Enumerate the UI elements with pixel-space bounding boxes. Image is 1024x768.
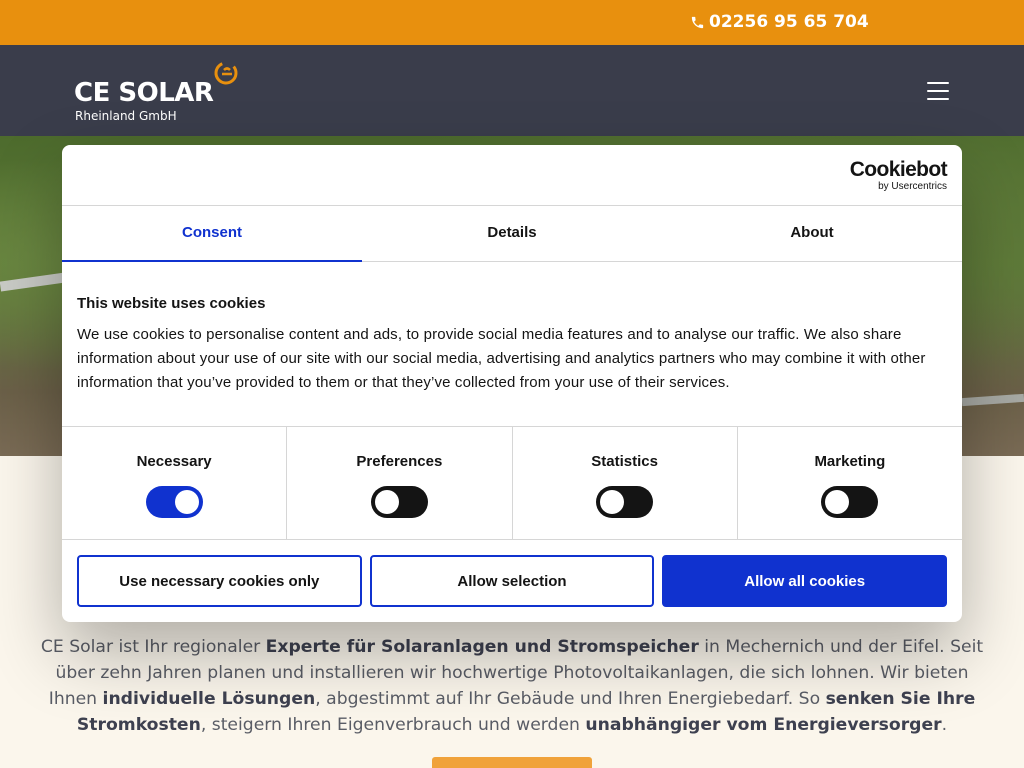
switch-statistics: Statistics bbox=[513, 427, 738, 539]
use-necessary-only-button[interactable]: Use necessary cookies only bbox=[77, 555, 362, 607]
statistics-toggle[interactable] bbox=[596, 486, 654, 518]
cookie-consent-dialog: Cookiebot by Usercentrics Consent Detail… bbox=[62, 145, 962, 622]
switch-label: Marketing bbox=[814, 453, 886, 470]
intro-text: , steigern Ihren Eigenverbrauch und werd… bbox=[200, 715, 586, 735]
logo-sub-text: Rheinland GmbH bbox=[75, 109, 177, 123]
intro-bold: Experte für Solaranlagen und Stromspeich… bbox=[265, 637, 699, 657]
intro-bold: individuelle Lösungen bbox=[102, 689, 316, 709]
site-header: CE SOLAR Rheinland GmbH bbox=[0, 45, 1024, 136]
switch-label: Statistics bbox=[591, 453, 658, 470]
allow-selection-button[interactable]: Allow selection bbox=[369, 555, 655, 607]
intro-text: , abgestimmt auf Ihr Gebäude und Ihren E… bbox=[315, 689, 826, 709]
marketing-toggle[interactable] bbox=[821, 486, 879, 518]
switch-preferences: Preferences bbox=[287, 427, 513, 539]
cookie-category-switches: Necessary Preferences Statistics Marketi… bbox=[62, 426, 962, 540]
tab-consent[interactable]: Consent bbox=[62, 206, 362, 262]
switch-necessary: Necessary bbox=[62, 427, 288, 539]
preferences-toggle[interactable] bbox=[370, 486, 428, 518]
hero-rail bbox=[961, 393, 1024, 407]
cookiebot-brand-name: Cookiebot bbox=[849, 158, 948, 181]
cookie-description: We use cookies to personalise content an… bbox=[77, 326, 926, 391]
tab-details[interactable]: Details bbox=[362, 206, 662, 261]
switch-marketing: Marketing bbox=[738, 427, 962, 539]
site-logo[interactable]: CE SOLAR Rheinland GmbH bbox=[74, 60, 244, 126]
intro-text: . bbox=[941, 715, 948, 735]
cookiebot-brand-sub: by Usercentrics bbox=[878, 181, 947, 192]
cookie-buttons: Use necessary cookies only Allow selecti… bbox=[77, 555, 948, 607]
hamburger-menu-icon[interactable] bbox=[927, 82, 949, 100]
switch-label: Necessary bbox=[136, 453, 212, 470]
necessary-toggle[interactable] bbox=[145, 486, 203, 518]
logo-main-text: CE SOLAR bbox=[74, 78, 214, 108]
cookie-title: This website uses cookies bbox=[77, 295, 266, 312]
cookiebot-logo: Cookiebot by Usercentrics bbox=[837, 158, 948, 193]
top-contact-bar: 02256 95 65 704 bbox=[0, 0, 1024, 45]
switch-label: Preferences bbox=[356, 453, 443, 470]
allow-all-cookies-button[interactable]: Allow all cookies bbox=[662, 555, 948, 607]
intro-bold: unabhängiger vom Energieversorger bbox=[585, 715, 942, 735]
phone-link[interactable]: 02256 95 65 704 bbox=[690, 12, 869, 32]
logo-mark-icon bbox=[214, 61, 238, 85]
phone-number: 02256 95 65 704 bbox=[709, 12, 869, 32]
tab-about[interactable]: About bbox=[662, 206, 962, 261]
cookie-tabs: Consent Details About bbox=[62, 206, 962, 262]
cta-button[interactable] bbox=[432, 757, 592, 768]
intro-text: CE Solar ist Ihr regionaler bbox=[40, 637, 266, 657]
phone-icon bbox=[691, 16, 704, 28]
intro-paragraph: CE Solar ist Ihr regionaler Experte für … bbox=[40, 634, 984, 738]
